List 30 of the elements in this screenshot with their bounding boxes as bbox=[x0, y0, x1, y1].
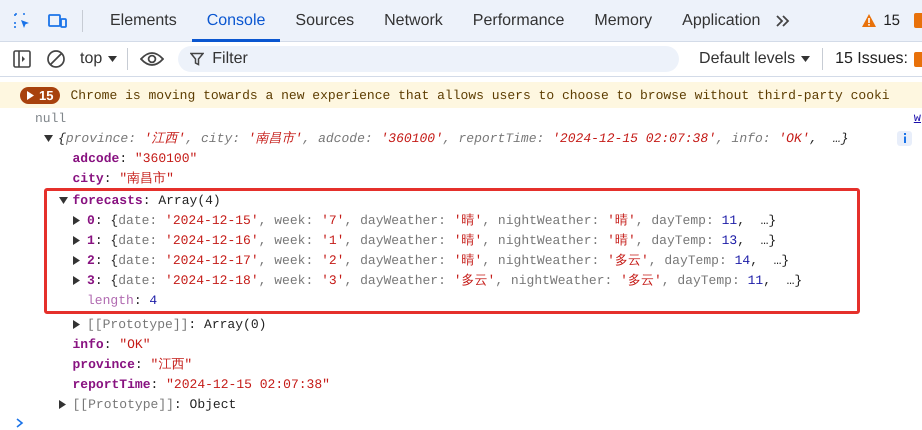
console-line: province: "江西" bbox=[72, 356, 192, 373]
levels-dropdown[interactable]: Default levels bbox=[699, 50, 822, 68]
console-line: {province: '江西', city: '南昌市', adcode: '360100', reportTime: '2024-12-15 02:07:38', info: 'OK', …} bbox=[58, 130, 849, 147]
console-line: 3: {date: '2024-12-18', week: '3', dayWeather: '多云', nightWeather: '多云', dayTemp: 11, …} bbox=[87, 272, 802, 289]
console-line: info: "OK" bbox=[72, 336, 151, 352]
panel-tab[interactable]: Memory bbox=[579, 0, 668, 42]
console-line: 2: {date: '2024-12-17', week: '2', dayWeather: '晴', nightWeather: '多云', dayTemp: 14, …} bbox=[87, 252, 790, 269]
console-line: reportTime: "2024-12-15 02:07:38" bbox=[72, 376, 330, 392]
source-link[interactable]: w bbox=[914, 111, 921, 125]
console-line: 0: {date: '2024-12-15', week: '7', dayWeather: '晴', nightWeather: '晴', dayTemp: 11, …} bbox=[87, 212, 776, 229]
panel-tab[interactable]: Console bbox=[192, 0, 280, 42]
warning-count: 15 bbox=[883, 12, 900, 29]
console-line: adcode: "360100" bbox=[72, 150, 198, 166]
panel-tab[interactable]: Performance bbox=[458, 0, 580, 42]
context-dropdown[interactable]: top bbox=[80, 50, 128, 68]
console-line: [[Prototype]]: Object bbox=[72, 396, 236, 412]
console-line: length: 4 bbox=[87, 292, 158, 308]
console-line: [[Prototype]]: Array(0) bbox=[87, 316, 266, 332]
panel-tab[interactable]: Network bbox=[369, 0, 458, 42]
console-line: null bbox=[35, 110, 66, 126]
panel-tab[interactable]: Application bbox=[667, 0, 776, 42]
panel-tab[interactable]: Elements bbox=[95, 0, 192, 42]
warning-message: Chrome is moving towards a new experience that allows users to choose to browse without third-party cooki bbox=[70, 88, 890, 102]
filter-field[interactable]: Filter bbox=[178, 46, 680, 72]
console-line: 1: {date: '2024-12-16', week: '1', dayWeather: '晴', nightWeather: '晴', dayTemp: 13, …} bbox=[87, 232, 776, 249]
panel-tab[interactable]: Sources bbox=[280, 0, 370, 42]
issues-label[interactable]: 15 Issues: bbox=[835, 50, 908, 68]
message-count-badge[interactable]: 15 bbox=[20, 86, 60, 104]
console-line: city: "南昌市" bbox=[72, 170, 174, 187]
console-line: forecasts: Array(4) bbox=[72, 192, 221, 208]
